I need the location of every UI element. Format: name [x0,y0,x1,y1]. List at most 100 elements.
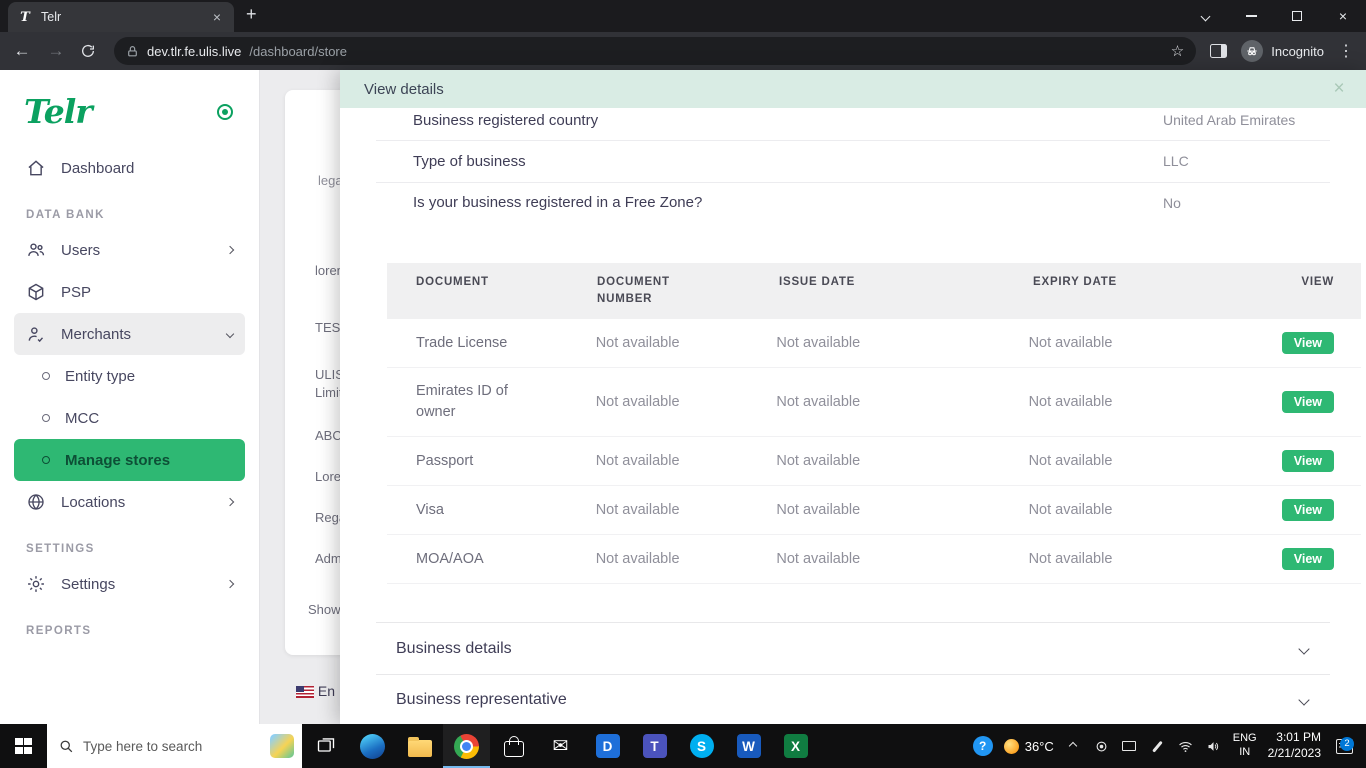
accordion-sections: Business details Business representative [376,622,1330,724]
sidebar-section-data-bank: DATA BANK [26,209,233,221]
teams-icon: T [643,734,667,758]
sidebar-item-label: Manage stores [65,452,170,469]
app-icon-blue: D [596,734,620,758]
address-bar[interactable]: dev.tlr.fe.ulis.live/dashboard/store ☆ [114,37,1196,65]
us-flag-icon [296,686,314,698]
start-button[interactable] [0,724,47,768]
sidebar-item-label: MCC [65,410,99,427]
chevron-down-icon [1298,695,1309,706]
language-primary: ENG [1233,732,1257,746]
side-panel-icon[interactable] [1210,44,1227,58]
lock-icon [126,45,139,58]
taskbar-app-edge[interactable] [349,724,396,768]
browser-window: T Telr × + × ← → dev.tlr.fe.ulis.live/da… [0,0,1366,768]
new-tab-button[interactable]: + [246,4,257,25]
close-window-button[interactable]: × [1320,0,1366,32]
maximize-button[interactable] [1274,0,1320,32]
tab-close-icon[interactable]: × [209,9,225,25]
view-button[interactable]: View [1282,332,1334,354]
section-label: Business representative [396,691,567,709]
back-button[interactable]: ← [12,41,32,61]
sun-icon [1004,739,1019,754]
sidebar-item-label: Settings [61,576,115,593]
telr-logo: Telr [24,92,92,131]
minimize-button[interactable] [1228,0,1274,32]
taskbar-app-store[interactable] [490,724,537,768]
taskbar-app-skype[interactable]: S [678,724,725,768]
background-text: TEST [315,320,340,335]
taskbar-app-word[interactable]: W [725,724,772,768]
column-header-document: DOCUMENT [416,274,597,309]
taskbar-app-excel[interactable]: X [772,724,819,768]
microsoft-store-icon [504,741,524,757]
expiry-date: Not available [1029,502,1282,518]
target-tray-icon[interactable] [1093,738,1110,755]
section-business-representative[interactable]: Business representative [376,674,1330,724]
reload-button[interactable] [80,43,100,59]
detail-value: No [1163,193,1330,213]
table-row: Trade License Not available Not availabl… [387,319,1361,368]
language-indicator[interactable]: ENG IN [1233,732,1257,760]
browser-tab[interactable]: T Telr × [8,2,234,32]
sidebar-item-merchants[interactable]: Merchants [14,313,245,355]
view-button[interactable]: View [1282,499,1334,521]
document-number: Not available [596,502,777,518]
modal-title: View details [364,81,444,98]
detail-label: Is your business registered in a Free Zo… [376,194,1163,211]
clock[interactable]: 3:01 PM 2/21/2023 [1268,730,1321,761]
documents-table: DOCUMENT DOCUMENT NUMBER ISSUE DATE EXPI… [387,263,1361,585]
taskbar-app-blue[interactable]: D [584,724,631,768]
taskbar-search[interactable] [47,724,302,768]
section-business-details[interactable]: Business details [376,622,1330,674]
close-icon[interactable]: × [1328,78,1350,100]
sidebar-item-label: PSP [61,284,91,301]
language-selector: En [296,683,335,699]
view-button[interactable]: View [1282,450,1334,472]
windows-logo-icon [15,738,32,755]
issue-date: Not available [776,335,1028,351]
sidebar-item-settings[interactable]: Settings [14,563,245,605]
sidebar-header: Telr [0,70,259,141]
search-input[interactable] [83,739,261,754]
reload-icon [80,43,96,59]
background-text: ULIS Limit [315,366,340,401]
document-name: Passport [416,451,596,472]
sidebar-item-psp[interactable]: PSP [14,271,245,313]
help-icon[interactable]: ? [973,736,993,756]
expiry-date: Not available [1029,453,1282,469]
bookmark-star-icon[interactable]: ☆ [1171,42,1184,60]
sidebar-collapse-icon[interactable] [217,104,233,120]
chevron-right-icon [226,246,234,254]
taskbar-app-teams[interactable]: T [631,724,678,768]
sidebar-item-users[interactable]: Users [14,229,245,271]
sidebar-nav: Dashboard DATA BANK Users PSP Merchants … [0,141,259,637]
box-icon [26,282,46,302]
browser-menu-icon[interactable]: ⋮ [1338,41,1354,61]
incognito-icon [1241,40,1263,62]
weather-widget[interactable]: 36°C [1004,739,1054,754]
taskbar-app-mail[interactable]: ✉ [537,724,584,768]
sidebar-item-mcc[interactable]: MCC [14,397,245,439]
network-tray-icon[interactable] [1177,738,1194,755]
pen-tray-icon[interactable] [1149,738,1166,755]
view-button[interactable]: View [1282,548,1334,570]
forward-button[interactable]: → [46,41,66,61]
taskbar-app-file-explorer[interactable] [396,724,443,768]
show-hidden-icons-button[interactable] [1065,738,1082,755]
tab-search-button[interactable] [1182,0,1228,32]
action-center-button[interactable]: 2 [1332,738,1356,755]
sidebar-item-manage-stores[interactable]: Manage stores [14,439,245,481]
search-highlight-icon[interactable] [270,734,294,758]
display-tray-icon[interactable] [1121,738,1138,755]
sidebar-item-label: Entity type [65,368,135,385]
document-number: Not available [596,453,777,469]
chevron-right-icon [226,498,234,506]
taskbar-app-chrome[interactable] [443,724,490,768]
chevron-down-icon [1200,11,1210,21]
volume-tray-icon[interactable] [1205,738,1222,755]
sidebar-item-locations[interactable]: Locations [14,481,245,523]
sidebar-item-dashboard[interactable]: Dashboard [14,147,245,189]
task-view-button[interactable] [302,724,349,768]
view-button[interactable]: View [1282,391,1334,413]
sidebar-item-entity-type[interactable]: Entity type [14,355,245,397]
